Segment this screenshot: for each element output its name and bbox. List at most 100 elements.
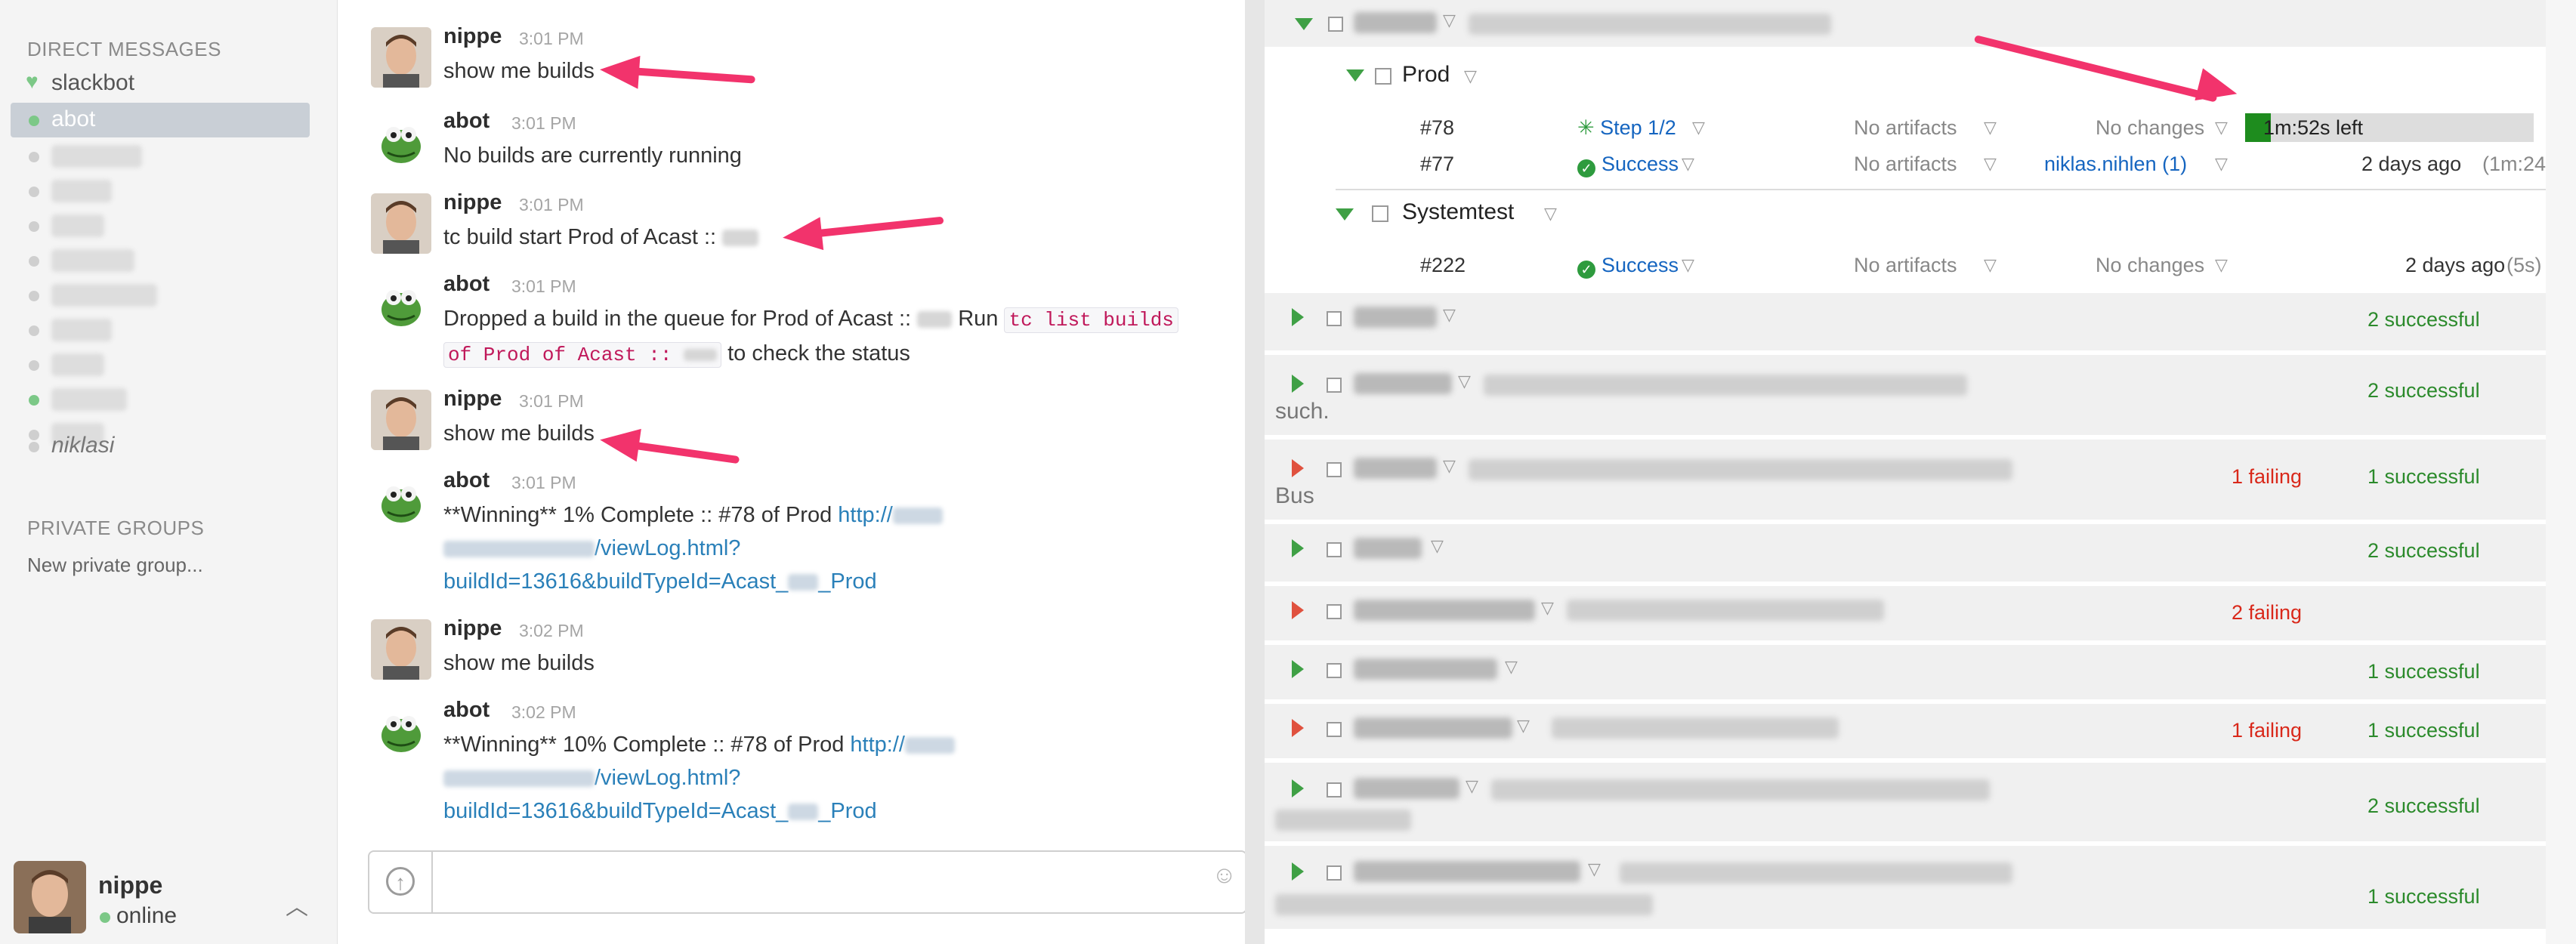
chevron-down-icon[interactable]: ▽	[1458, 372, 1471, 391]
build-status[interactable]: ✓ Success	[1577, 153, 1679, 177]
expand-icon[interactable]	[1292, 862, 1304, 881]
chevron-down-icon[interactable]: ▽	[1984, 154, 1997, 174]
chevron-down-icon[interactable]: ▽	[1517, 716, 1530, 736]
dm-niklasi[interactable]: niklasi	[0, 429, 337, 464]
chevron-down-icon[interactable]: ▽	[1682, 154, 1694, 174]
avatar[interactable]	[371, 112, 431, 172]
message-author[interactable]: nippe	[443, 24, 502, 49]
chevron-up-icon[interactable]: ︿	[286, 888, 308, 921]
message-author[interactable]: nippe	[443, 190, 502, 215]
failing-count[interactable]: 1 failing	[2232, 465, 2302, 489]
build-number[interactable]: #77	[1420, 153, 1454, 176]
build-config-title[interactable]: Systemtest	[1402, 199, 1514, 225]
message-time[interactable]: 3:02 PM	[519, 621, 584, 641]
chevron-down-icon[interactable]: ▽	[1544, 204, 1557, 224]
project-row[interactable]: ▽ 2 successful	[1265, 524, 2561, 586]
dm-redacted[interactable]	[0, 382, 337, 417]
artifacts[interactable]: No artifacts	[1854, 116, 1957, 140]
build-progress-bar[interactable]: 1m:52s left	[2245, 113, 2534, 142]
message-time[interactable]: 3:01 PM	[519, 195, 584, 215]
dm-redacted[interactable]	[0, 208, 337, 243]
chevron-down-icon[interactable]: ▽	[1692, 118, 1705, 137]
dm-abot[interactable]: abot	[0, 103, 337, 137]
dm-redacted[interactable]	[0, 347, 337, 382]
avatar[interactable]	[371, 471, 431, 532]
expand-icon[interactable]	[1292, 779, 1304, 797]
avatar[interactable]	[371, 701, 431, 761]
build-config-title[interactable]: Prod	[1402, 62, 1450, 88]
expand-icon[interactable]	[1292, 308, 1304, 326]
collapse-icon[interactable]	[1336, 208, 1354, 221]
chevron-down-icon[interactable]: ▽	[2215, 118, 2228, 137]
expand-icon[interactable]	[1292, 719, 1304, 737]
expand-icon[interactable]	[1292, 601, 1304, 619]
message-time[interactable]: 3:01 PM	[511, 113, 576, 134]
current-user-name[interactable]: nippe	[98, 872, 162, 899]
dm-redacted[interactable]	[0, 174, 337, 208]
build-status[interactable]: ✓ Success	[1577, 254, 1679, 279]
message-author[interactable]: abot	[443, 109, 490, 134]
message-time[interactable]: 3:01 PM	[511, 276, 576, 297]
chevron-down-icon[interactable]: ▽	[1541, 598, 1554, 618]
chevron-down-icon[interactable]: ▽	[1443, 305, 1456, 325]
message-input[interactable]: ↑ ☺	[368, 850, 1247, 914]
message-time[interactable]: 3:01 PM	[519, 29, 584, 49]
project-row[interactable]: ▽ such. 2 successful	[1265, 355, 2561, 440]
chevron-down-icon[interactable]: ▽	[1464, 66, 1477, 86]
avatar[interactable]	[14, 861, 86, 933]
chevron-down-icon[interactable]: ▽	[1431, 536, 1444, 556]
expand-icon[interactable]	[1292, 459, 1304, 477]
message-author[interactable]: nippe	[443, 387, 502, 412]
chevron-down-icon[interactable]: ▽	[1443, 456, 1456, 476]
chevron-down-icon[interactable]: ▽	[1443, 11, 1456, 30]
project-row[interactable]: ▽ 1 successful	[1265, 645, 2561, 704]
message-time[interactable]: 3:01 PM	[511, 473, 576, 493]
dm-redacted[interactable]	[0, 243, 337, 278]
message-author[interactable]: abot	[443, 272, 490, 297]
chevron-down-icon[interactable]: ▽	[2215, 154, 2228, 174]
message-author[interactable]: abot	[443, 698, 490, 723]
project-row[interactable]: ▽ 2 failing	[1265, 586, 2561, 645]
failing-count[interactable]: 2 failing	[2232, 601, 2302, 625]
project-row[interactable]: ▽ 2 successful	[1265, 763, 2561, 846]
new-private-group-link[interactable]: New private group...	[27, 554, 203, 577]
successful-count[interactable]: 2 successful	[2368, 308, 2480, 332]
message-author[interactable]: abot	[443, 468, 490, 493]
build-number[interactable]: #78	[1420, 116, 1454, 140]
direct-messages-header[interactable]: DIRECT MESSAGES	[27, 38, 221, 61]
successful-count[interactable]: 2 successful	[2368, 379, 2480, 403]
dm-redacted[interactable]	[0, 278, 337, 313]
chevron-down-icon[interactable]: ▽	[1984, 118, 1997, 137]
successful-count[interactable]: 1 successful	[2368, 660, 2480, 683]
failing-count[interactable]: 1 failing	[2232, 719, 2302, 742]
expand-icon[interactable]	[1292, 375, 1304, 393]
message-author[interactable]: nippe	[443, 616, 502, 641]
chevron-down-icon[interactable]: ▽	[2215, 255, 2228, 275]
changes[interactable]: No changes	[2096, 254, 2204, 277]
successful-count[interactable]: 2 successful	[2368, 539, 2480, 563]
avatar[interactable]	[371, 193, 431, 254]
project-row[interactable]: ▽ Bus 1 failing 1 successful	[1265, 440, 2561, 524]
changes-link[interactable]: niklas.nihlen (1)	[2044, 153, 2187, 176]
project-row[interactable]: ▽ 1 successful	[1265, 846, 2561, 933]
changes[interactable]: No changes	[2096, 116, 2204, 140]
dm-redacted[interactable]	[0, 139, 337, 174]
project-row[interactable]: ▽ 1 failing 1 successful	[1265, 704, 2561, 763]
successful-count[interactable]: 1 successful	[2368, 885, 2480, 909]
avatar[interactable]	[371, 390, 431, 450]
avatar[interactable]	[371, 619, 431, 680]
avatar[interactable]	[371, 275, 431, 335]
project-row[interactable]: ▽	[1265, 0, 2561, 51]
build-number[interactable]: #222	[1420, 254, 1466, 277]
artifacts[interactable]: No artifacts	[1854, 254, 1957, 277]
chevron-down-icon[interactable]: ▽	[1505, 657, 1518, 677]
project-row[interactable]: ▽ 2 successful	[1265, 293, 2561, 355]
private-groups-header[interactable]: PRIVATE GROUPS	[27, 517, 204, 540]
build-status[interactable]: ✳ Step 1/2	[1577, 116, 1676, 140]
dm-slackbot[interactable]: ♥ slackbot	[0, 66, 337, 101]
expand-icon[interactable]	[1292, 660, 1304, 678]
avatar[interactable]	[371, 27, 431, 88]
collapse-icon[interactable]	[1346, 69, 1364, 82]
chevron-down-icon[interactable]: ▽	[1466, 776, 1478, 796]
artifacts[interactable]: No artifacts	[1854, 153, 1957, 176]
